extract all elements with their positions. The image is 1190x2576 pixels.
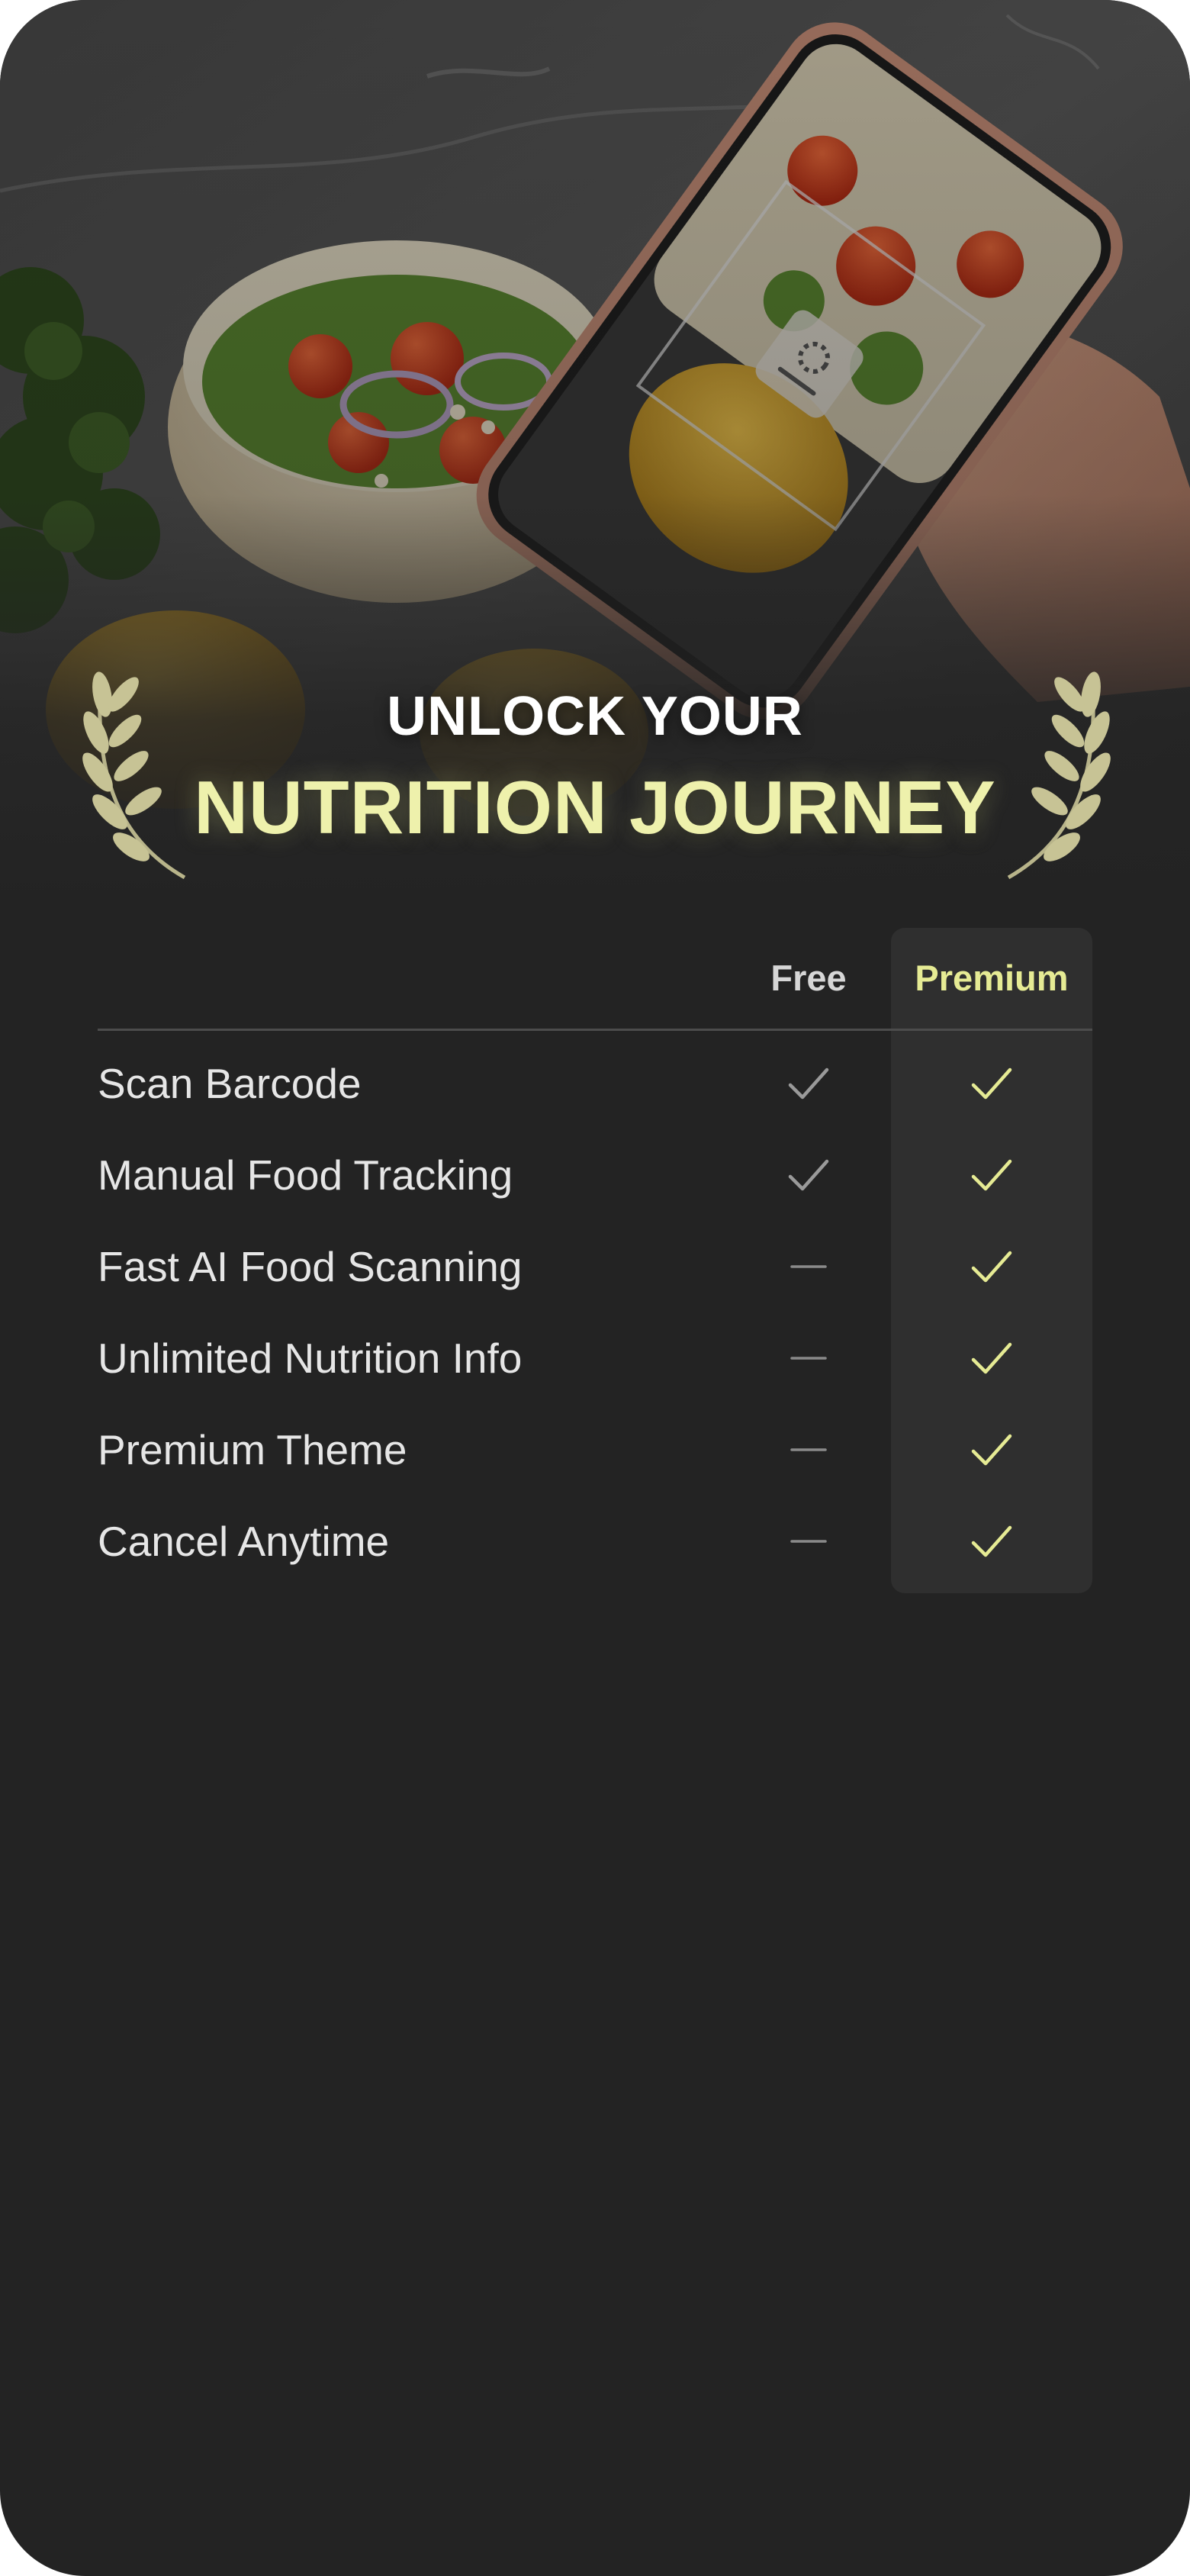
feature-label: Unlimited Nutrition Info [98,1335,523,1382]
column-header-free: Free [770,958,847,998]
free-dash-icon [786,1335,831,1381]
premium-check-icon [969,1061,1015,1106]
premium-check-icon [969,1518,1015,1564]
feature-label: Manual Food Tracking [98,1151,513,1199]
feature-label: Premium Theme [98,1426,407,1473]
feature-row: Fast AI Food Scanning [0,1221,1190,1312]
feature-row: Cancel Anytime [0,1496,1190,1587]
free-dash-icon [786,1518,831,1564]
feature-label: Scan Barcode [98,1060,362,1107]
headline-line2: NUTRITION JOURNEY [194,765,996,849]
free-dash-icon [786,1427,831,1473]
feature-row: Premium Theme [0,1404,1190,1496]
feature-row: Scan Barcode [0,1038,1190,1129]
free-check-icon [786,1152,831,1198]
premium-check-icon [969,1244,1015,1290]
table-header-divider [98,1029,1092,1031]
free-check-icon [786,1061,831,1106]
feature-label: Cancel Anytime [98,1518,390,1565]
premium-check-icon [969,1427,1015,1473]
feature-label: Fast AI Food Scanning [98,1243,523,1290]
premium-check-icon [969,1152,1015,1198]
premium-check-icon [969,1335,1015,1381]
feature-row: Manual Food Tracking [0,1129,1190,1221]
column-header-premium: Premium [915,958,1069,998]
free-dash-icon [786,1244,831,1290]
paywall-screen: UNLOCK YOUR NUTRITION JOURNEY Free Premi… [0,0,1190,2576]
feature-row: Unlimited Nutrition Info [0,1312,1190,1404]
headline-line1: UNLOCK YOUR [387,686,803,747]
